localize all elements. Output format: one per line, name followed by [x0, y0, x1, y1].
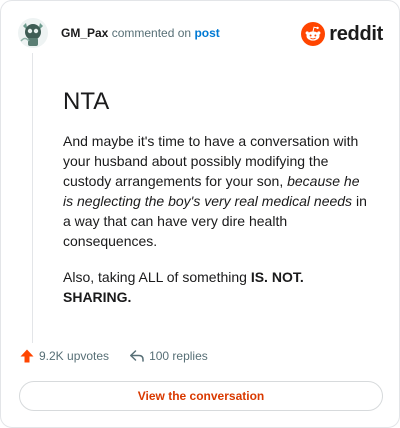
comment-paragraph-2: Also, taking ALL of something IS. NOT. S…	[63, 267, 373, 307]
upvotes-stat[interactable]: 9.2K upvotes	[19, 348, 109, 364]
upvotes-count: 9.2K upvotes	[39, 349, 110, 363]
reddit-logo-icon	[301, 22, 326, 46]
upvote-arrow-icon	[19, 348, 35, 364]
paragraph-2-text: Also, taking ALL of something	[63, 269, 251, 285]
view-conversation-button[interactable]: View the conversation	[19, 381, 383, 411]
comment-title: NTA	[63, 88, 110, 115]
author-name[interactable]: GM_Pax	[61, 26, 108, 40]
comment-header: GM_Pax commented on post reddit	[17, 17, 383, 53]
brand-name: reddit	[329, 22, 383, 45]
brand-logo[interactable]: reddit	[301, 21, 383, 47]
action-text: commented on	[111, 26, 192, 40]
thread-line	[32, 53, 33, 343]
avatar-icon[interactable]	[17, 17, 49, 49]
replies-stat[interactable]: 100 replies	[129, 348, 208, 364]
post-link[interactable]: post	[194, 26, 219, 40]
comment-footer: 9.2K upvotes 100 replies	[19, 346, 208, 366]
comment-embed-card: GM_Pax commented on post reddit NTA And …	[0, 0, 400, 428]
author-line: GM_Pax commented on post	[61, 26, 220, 41]
reply-arrow-icon	[129, 348, 145, 364]
comment-body: NTA And maybe it's time to have a conver…	[63, 87, 373, 307]
comment-paragraph-1: And maybe it's time to have a conversati…	[63, 131, 373, 251]
replies-count: 100 replies	[149, 349, 208, 363]
